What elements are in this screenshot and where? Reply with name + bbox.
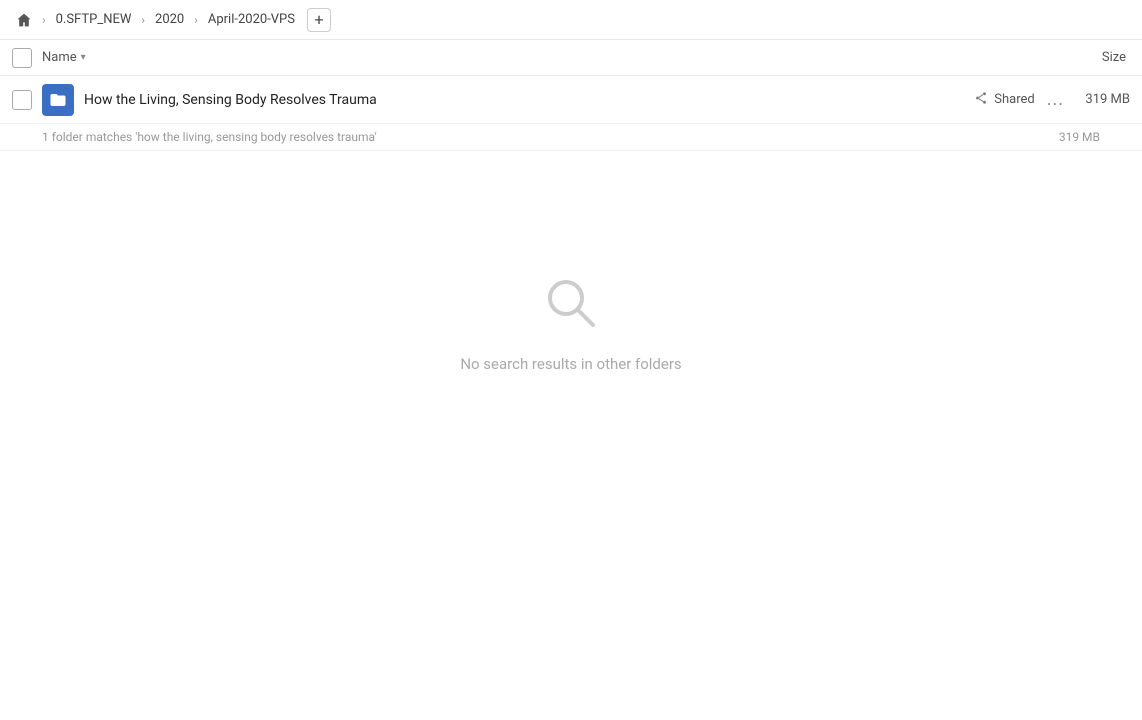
select-all-checkbox[interactable] [12, 48, 32, 68]
breadcrumb-bar: › 0.SFTP_NEW › 2020 › April-2020-VPS + [0, 0, 1142, 40]
match-text: 1 folder matches 'how the living, sensin… [42, 130, 1059, 144]
shared-status: Shared [974, 91, 1034, 109]
no-results-text: No search results in other folders [460, 355, 681, 373]
file-name: How the Living, Sensing Body Resolves Tr… [84, 92, 974, 108]
breadcrumb-item-2[interactable]: April-2020-VPS [204, 10, 299, 29]
breadcrumb-sep-2: › [141, 13, 145, 27]
breadcrumb-sep-3: › [194, 13, 198, 27]
name-column-header[interactable]: Name ▾ [42, 50, 86, 65]
breadcrumb-item-0[interactable]: 0.SFTP_NEW [52, 10, 136, 29]
more-options-button[interactable]: ... [1047, 91, 1064, 109]
column-header: Name ▾ Size [0, 40, 1142, 76]
size-column-header: Size [1102, 50, 1130, 65]
add-button[interactable]: + [307, 8, 331, 32]
file-row[interactable]: How the Living, Sensing Body Resolves Tr… [0, 76, 1142, 124]
folder-link-icon [42, 84, 74, 116]
no-results-search-icon [539, 271, 603, 339]
breadcrumb-item-1[interactable]: 2020 [151, 10, 188, 29]
match-size: 319 MB [1059, 130, 1100, 144]
breadcrumb-sep-1: › [42, 13, 46, 27]
no-results-section: No search results in other folders [0, 151, 1142, 433]
chevron-down-icon: ▾ [81, 52, 86, 63]
share-icon [974, 91, 988, 109]
match-info-row: 1 folder matches 'how the living, sensin… [0, 124, 1142, 151]
home-button[interactable] [12, 8, 36, 32]
file-size: 319 MB [1080, 92, 1130, 107]
file-checkbox[interactable] [12, 90, 32, 110]
